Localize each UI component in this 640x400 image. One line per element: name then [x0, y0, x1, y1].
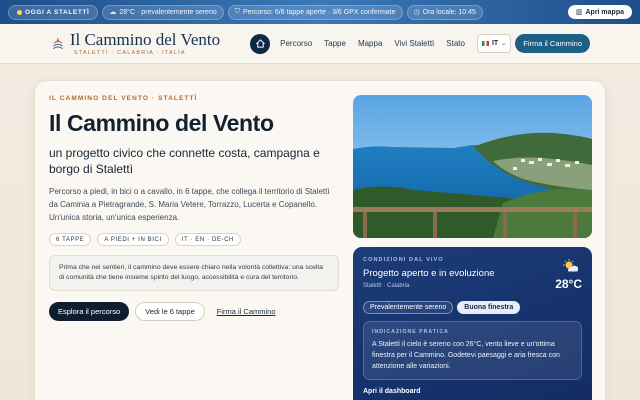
nav-item-tappe[interactable]: Tappe — [324, 39, 346, 48]
conditions-panel: CONDIZIONI DAL VIVO Progetto aperto e in… — [353, 247, 592, 400]
nav-item-mappa[interactable]: Mappa — [358, 39, 382, 48]
site-header: Il Cammino del Vento STALETTÌ · CALABRIA… — [0, 24, 640, 64]
time-text: Ora locale: 10:45 — [422, 8, 476, 16]
tag-languages: IT · EN · DE-CH — [174, 233, 241, 246]
brand-subtitle: STALETTÌ · CALABRIA · ITALIA — [73, 50, 186, 56]
weather-text: 28°C · prevalentemente sereno — [119, 8, 217, 16]
live-dot-icon — [17, 9, 22, 15]
live-label: OGGI A STALETTÌ — [25, 8, 90, 16]
time-pill: ◷ Ora locale: 10:45 — [406, 4, 483, 20]
shield-icon: ⛉ — [234, 8, 240, 15]
language-select[interactable]: IT ⌄ — [476, 34, 512, 53]
home-button[interactable] — [250, 33, 271, 54]
live-badge: OGGI A STALETTÌ — [8, 4, 99, 20]
coast-photo — [353, 95, 592, 238]
conditions-eyebrow: CONDIZIONI DAL VIVO — [363, 257, 444, 263]
brand[interactable]: Il Cammino del Vento STALETTÌ · CALABRIA… — [70, 31, 220, 56]
open-dashboard-link[interactable]: Apri il dashboard — [363, 388, 582, 395]
route-pill: ⛉ Percorso: 6/6 tappe aperte · 3/6 GPX c… — [227, 4, 403, 20]
status-bar: OGGI A STALETTÌ ☁ 28°C · prevalentemente… — [0, 0, 640, 24]
tip-eyebrow: INDICAZIONE PRATICA — [372, 329, 449, 335]
open-map-label: Apri mappa — [585, 8, 624, 16]
explore-route-button[interactable]: Esplora il percorso — [49, 302, 130, 321]
hero-content: IL CAMMINO DEL VENTO · STALETTÌ Il Cammi… — [49, 95, 339, 321]
hero-eyebrow: IL CAMMINO DEL VENTO · STALETTÌ — [49, 95, 198, 102]
tag-list: 6 TAPPE A PIEDI + IN BICI IT · EN · DE-C… — [49, 233, 339, 246]
view-stages-button[interactable]: Vedi le 6 tappe — [135, 302, 205, 321]
chip-window: Buona finestra — [457, 301, 521, 314]
route-text: Percorso: 6/6 tappe aperte · 3/6 GPX con… — [242, 8, 396, 16]
practical-tip: INDICAZIONE PRATICA A Stalettì il cielo … — [363, 321, 582, 380]
nav-item-vivi-staletti[interactable]: Vivi Stalettì — [394, 39, 434, 48]
nav-item-stato[interactable]: Stato — [446, 39, 465, 48]
hero-quote: Prima che nei sentieri, il cammino deve … — [49, 255, 339, 291]
clock-icon: ◷ — [413, 9, 420, 16]
nav-item-percorso[interactable]: Percorso — [280, 39, 312, 48]
sign-cammino-link[interactable]: Firma il Cammino — [217, 307, 276, 316]
condition-chips: Prevalentemente sereno Buona finestra — [363, 301, 582, 314]
tag-stages: 6 TAPPE — [49, 233, 92, 246]
open-map-button[interactable]: ▥ Apri mappa — [567, 5, 632, 19]
hero-actions: Esplora il percorso Vedi le 6 tappe Firm… — [49, 302, 339, 321]
chip-sky: Prevalentemente sereno — [363, 301, 454, 314]
sign-cammino-button[interactable]: Firma il Cammino — [515, 34, 590, 53]
home-icon — [255, 39, 265, 48]
conditions-location: Stalettì · Calabria — [363, 283, 410, 289]
main-nav: Percorso Tappe Mappa Vivi Stalettì Stato — [250, 33, 477, 54]
page-title: Il Cammino del Vento — [49, 110, 274, 136]
tag-modes: A PIEDI + IN BICI — [97, 233, 169, 246]
language-value: IT — [491, 40, 499, 47]
weather-pill: ☁ 28°C · prevalentemente sereno — [102, 4, 224, 20]
temperature-value: 28°C — [555, 277, 582, 291]
chevron-down-icon: ⌄ — [501, 41, 507, 47]
brand-title: Il Cammino del Vento — [69, 30, 221, 49]
logo-icon[interactable] — [52, 33, 64, 55]
partly-sunny-icon — [563, 259, 579, 272]
hero-subtitle: un progetto civico che connette costa, c… — [49, 146, 320, 176]
hero-card: IL CAMMINO DEL VENTO · STALETTÌ Il Cammi… — [34, 80, 606, 400]
tip-text: A Stalettì il cielo è sereno con 26°C, v… — [372, 341, 560, 370]
italy-flag-icon — [481, 41, 489, 46]
conditions-title: Progetto aperto e in evoluzione — [363, 268, 495, 279]
hero-description: Percorso a piedi, in bici o a cavallo, i… — [49, 187, 330, 222]
cloud-icon: ☁ — [109, 9, 117, 16]
map-icon: ▥ — [575, 9, 583, 16]
